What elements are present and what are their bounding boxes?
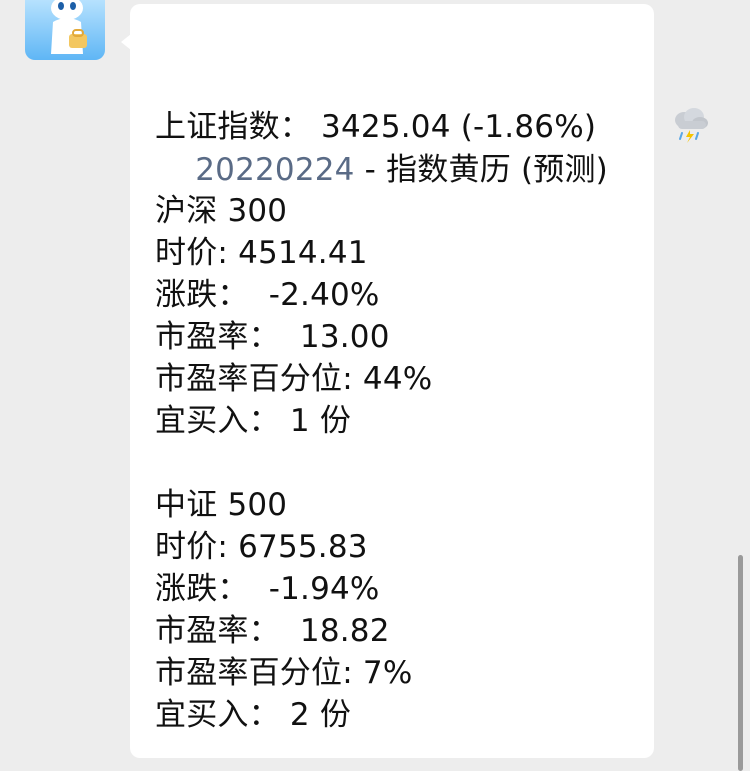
title-text: 指数黄历 (预测) (386, 152, 608, 188)
scrollbar[interactable] (738, 555, 743, 771)
message-title: 20220224 - 指数黄历 (预测) (155, 22, 709, 188)
zz500-price: 时价: 6755.83 (155, 529, 368, 565)
zz500-buy: 宜买入： 2 份 (155, 697, 352, 733)
hs300-pe-percentile: 市盈率百分位: 44% (155, 361, 433, 397)
hs300-name: 沪深 300 (155, 193, 288, 229)
zz500-pe: 市盈率： 18.82 (155, 613, 390, 649)
zz500-name: 中证 500 (155, 487, 288, 523)
sse-index-line: 上证指数： 3425.04 (-1.86%) (155, 109, 597, 145)
robot-icon (51, 0, 87, 54)
hs300-buy: 宜买入： 1 份 (155, 403, 352, 439)
hs300-price: 时价: 4514.41 (155, 235, 368, 271)
zz500-pe-percentile: 市盈率百分位: 7% (155, 655, 413, 691)
bot-avatar[interactable] (25, 0, 105, 60)
zz500-change: 涨跌： -1.94% (155, 571, 380, 607)
thunderstorm-rain-icon (610, 64, 710, 197)
message-bubble[interactable]: 20220224 - 指数黄历 (预测) 上证指数： 3425.04 (-1.8… (130, 4, 709, 758)
title-separator: - (354, 152, 387, 188)
hs300-change: 涨跌： -2.40% (155, 277, 380, 313)
hs300-pe: 市盈率： 13.00 (155, 319, 390, 355)
date-link[interactable]: 20220224 (195, 152, 354, 188)
